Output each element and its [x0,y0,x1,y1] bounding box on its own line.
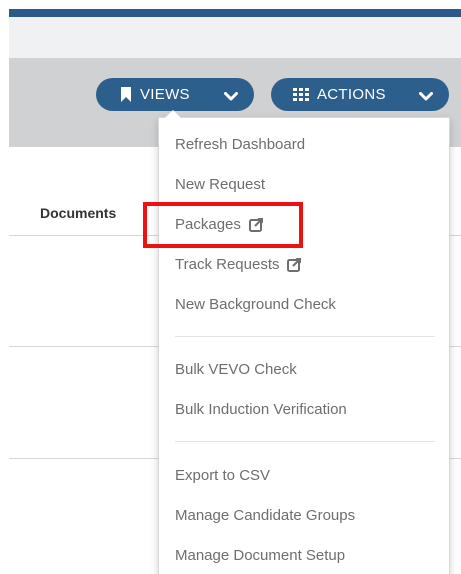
column-header-documents: Documents [40,205,117,221]
menu-item-label: Manage Document Setup [175,547,346,564]
menu-item-label: Bulk Induction Verification [175,401,347,418]
menu-item-export-to-csv[interactable]: Export to CSV [175,467,270,484]
grid-icon [293,87,309,102]
menu-divider [175,441,435,442]
menu-item-bulk-vevo-check[interactable]: Bulk VEVO Check [175,361,297,378]
menu-item-new-background-check[interactable]: New Background Check [175,296,336,313]
menu-item-label: Refresh Dashboard [175,136,306,153]
views-button[interactable]: VIEWS [96,78,254,111]
highlight-annotation [143,202,303,248]
menu-item-label: Bulk VEVO Check [175,361,297,378]
chevron-down-icon [224,89,238,106]
external-link-icon [287,257,302,272]
menu-divider [175,336,435,337]
menu-item-bulk-induction-verification[interactable]: Bulk Induction Verification [175,401,347,418]
top-bar [0,0,461,17]
actions-label: ACTIONS [317,86,386,103]
menu-item-manage-candidate-groups[interactable]: Manage Candidate Groups [175,507,355,524]
menu-item-label: Export to CSV [175,467,271,484]
menu-item-refresh-dashboard[interactable]: Refresh Dashboard [175,136,305,153]
menu-item-track-requests[interactable]: Track Requests [175,256,302,273]
menu-item-new-request[interactable]: New Request [175,176,265,193]
menu-item-label: New Request [175,176,266,193]
bookmark-icon [120,87,132,102]
menu-item-manage-document-setup[interactable]: Manage Document Setup [175,547,345,564]
actions-dropdown-menu: Refresh Dashboard New Request Packages T… [158,110,450,574]
top-band [9,17,461,58]
chevron-down-icon [419,89,433,106]
header-stripe [9,9,461,17]
views-label: VIEWS [140,86,190,103]
menu-item-label: Track Requests [175,256,280,273]
menu-item-label: New Background Check [175,296,336,313]
dropdown-caret [165,110,181,118]
menu-item-label: Manage Candidate Groups [175,507,356,524]
actions-button[interactable]: ACTIONS [271,78,449,111]
